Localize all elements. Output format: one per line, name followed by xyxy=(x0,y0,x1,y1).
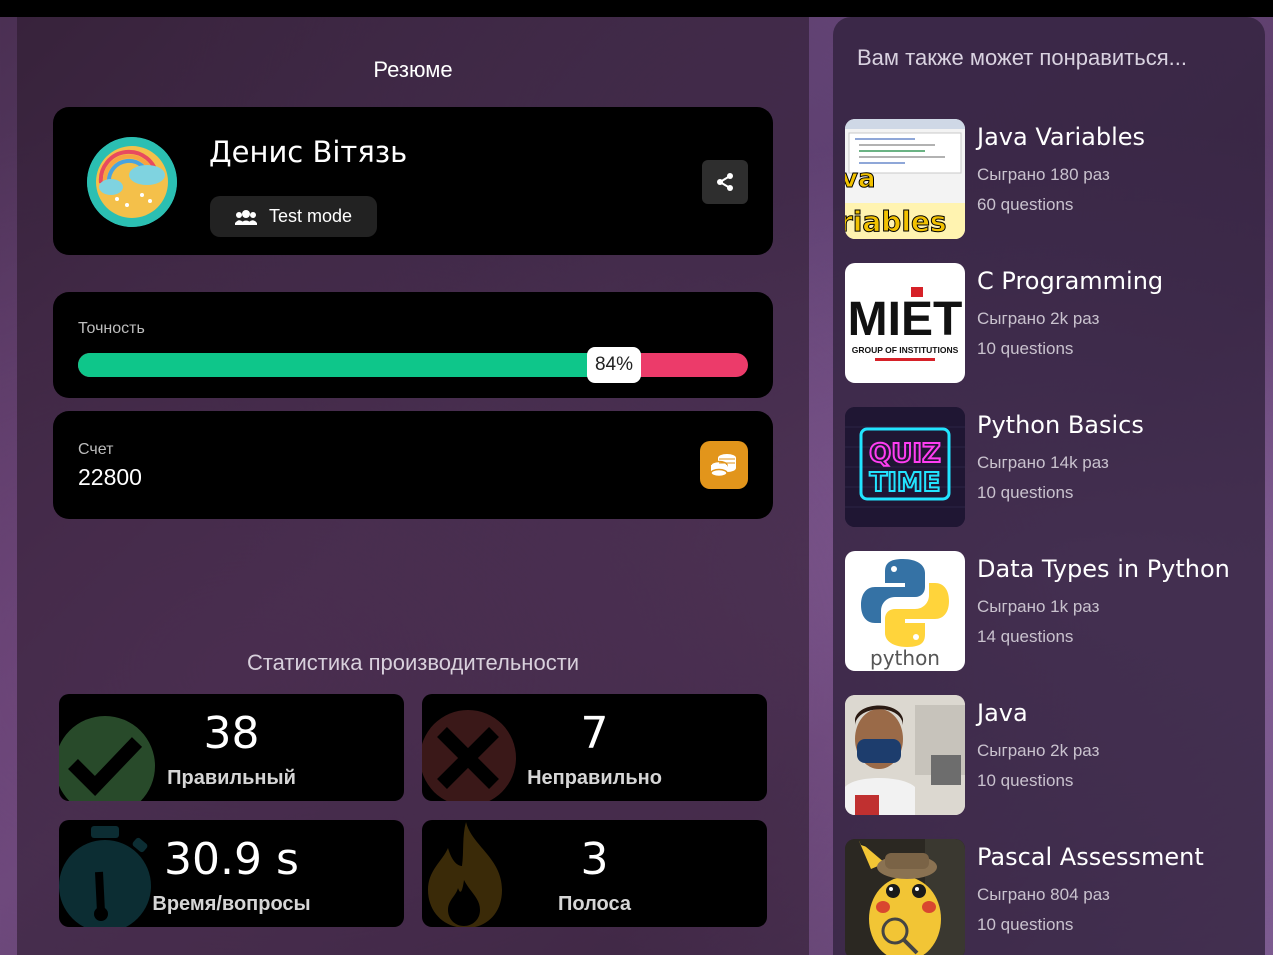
score-value: 22800 xyxy=(78,464,142,490)
svg-text:QUIZ: QUIZ xyxy=(869,439,941,469)
quiz-title: C Programming xyxy=(977,267,1164,295)
svg-text:va: va xyxy=(845,164,876,194)
quiz-card-java-variables[interactable]: va riables Java Variables Сыграно 180 ра… xyxy=(845,119,1265,239)
pikachu-thumb xyxy=(845,839,965,955)
top-bar xyxy=(0,0,1273,17)
users-icon xyxy=(234,209,257,225)
stat-correct: 38 Правильный xyxy=(59,694,404,801)
accuracy-card: Точность 84% xyxy=(53,292,773,398)
svg-text:riables: riables xyxy=(845,205,947,238)
stat-correct-value: 38 xyxy=(203,708,260,759)
stat-time: 30.9 s Время/вопросы xyxy=(59,820,404,927)
svg-text:MIET: MIET xyxy=(848,293,963,346)
python-logo-thumb: python xyxy=(845,551,965,671)
summary-title: Резюме xyxy=(373,57,453,82)
summary-panel: Резюме Денис Вітязь Test mode Точность 8… xyxy=(17,17,809,955)
quiz-title: Python Basics xyxy=(977,411,1144,439)
score-label: Счет xyxy=(78,441,114,458)
recommendations-title: Вам также может понравиться... xyxy=(857,45,1187,70)
quiz-time-thumb: QUIZ TIME xyxy=(845,407,965,527)
stat-streak-value: 3 xyxy=(580,834,609,885)
quiz-plays: Сыграно 2k раз xyxy=(977,741,1100,760)
accuracy-bar-fill xyxy=(78,353,641,377)
profile-card: Денис Вітязь Test mode xyxy=(53,107,773,255)
quiz-card-python-basics[interactable]: QUIZ TIME Python Basics Сыграно 14k раз … xyxy=(845,407,1265,527)
coins-icon xyxy=(710,454,736,478)
stat-incorrect: 7 Неправильно xyxy=(422,694,767,801)
svg-text:TIME: TIME xyxy=(869,468,940,498)
quiz-card-pascal-assessment[interactable]: Pascal Assessment Сыграно 804 раз 10 que… xyxy=(845,839,1265,955)
java-variables-thumb: va riables xyxy=(845,119,965,239)
quiz-plays: Сыграно 804 раз xyxy=(977,885,1110,904)
accuracy-percent: 84% xyxy=(587,347,641,383)
share-button[interactable] xyxy=(702,160,748,204)
svg-text:python: python xyxy=(870,646,940,670)
mode-label: Test mode xyxy=(268,206,353,226)
quiz-title: Data Types in Python xyxy=(977,555,1230,583)
stat-streak: 3 Полоса xyxy=(422,820,767,927)
quiz-question-count: 10 questions xyxy=(977,915,1074,934)
person-photo-thumb xyxy=(845,695,965,815)
quiz-card-java[interactable]: Java Сыграно 2k раз 10 questions xyxy=(845,695,1265,815)
accuracy-bar: 84% xyxy=(78,347,748,383)
stat-correct-label: Правильный xyxy=(167,767,296,789)
quiz-question-count: 10 questions xyxy=(977,483,1074,502)
svg-text:GROUP OF INSTITUTIONS: GROUP OF INSTITUTIONS xyxy=(852,345,959,355)
quiz-plays: Сыграно 180 раз xyxy=(977,165,1110,184)
quiz-question-count: 14 questions xyxy=(977,627,1074,646)
quiz-question-count: 10 questions xyxy=(977,339,1074,358)
quiz-plays: Сыграно 14k раз xyxy=(977,453,1109,472)
quiz-title: Java Variables xyxy=(977,123,1145,151)
miet-logo-thumb: MIET GROUP OF INSTITUTIONS xyxy=(845,263,965,383)
score-card: Счет 22800 xyxy=(53,411,773,519)
quiz-plays: Сыграно 1k раз xyxy=(977,597,1100,616)
mode-badge: Test mode xyxy=(210,196,377,237)
stat-incorrect-value: 7 xyxy=(580,708,609,759)
quiz-card-data-types-python[interactable]: python Data Types in Python Сыграно 1k р… xyxy=(845,551,1265,671)
recommendations-panel: Вам также может понравиться... va riable… xyxy=(833,17,1265,955)
quiz-question-count: 60 questions xyxy=(977,195,1074,214)
accuracy-label: Точность xyxy=(78,320,145,337)
player-name: Денис Вітязь xyxy=(209,135,408,169)
avatar xyxy=(87,137,177,227)
stat-streak-label: Полоса xyxy=(558,893,631,915)
stat-time-label: Время/вопросы xyxy=(152,893,311,915)
coins-button[interactable] xyxy=(700,441,748,489)
quiz-question-count: 10 questions xyxy=(977,771,1074,790)
performance-title: Статистика производительности xyxy=(246,650,580,675)
stat-time-value: 30.9 s xyxy=(164,834,299,885)
quiz-plays: Сыграно 2k раз xyxy=(977,309,1100,328)
quiz-card-c-programming[interactable]: MIET GROUP OF INSTITUTIONS C Programming… xyxy=(845,263,1265,383)
quiz-title: Pascal Assessment xyxy=(977,843,1204,871)
stat-incorrect-label: Неправильно xyxy=(527,767,662,789)
share-icon xyxy=(717,173,733,191)
quiz-title: Java xyxy=(977,699,1028,727)
